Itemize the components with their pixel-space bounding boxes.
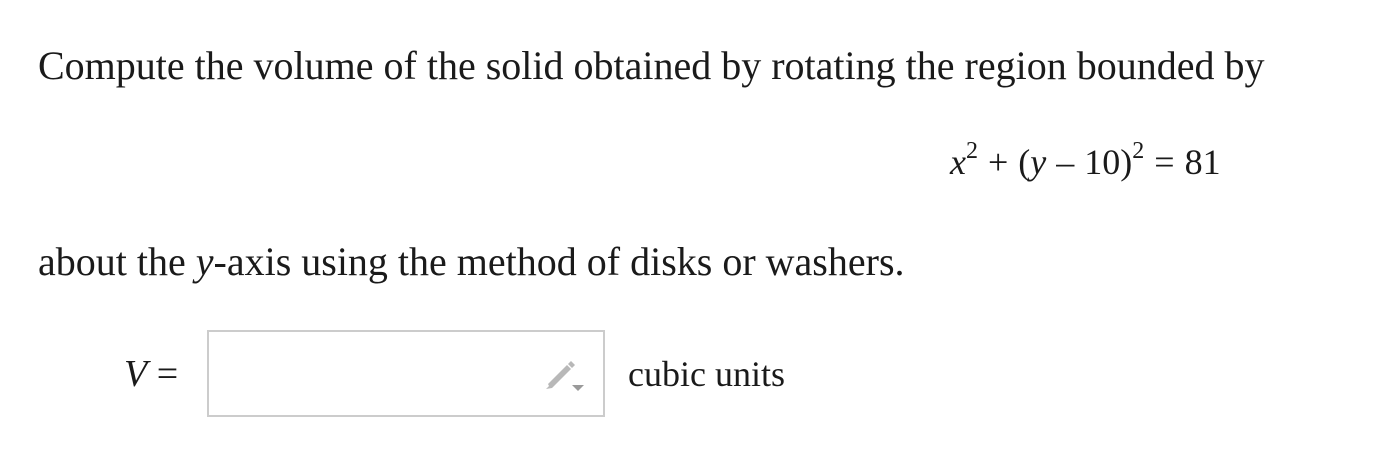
equation-paren-close: ) [1120, 142, 1133, 182]
method-instruction: about the y-axis using the method of dis… [38, 236, 905, 288]
equation-x-exponent: 2 [965, 138, 978, 164]
equation-equals: = [1154, 142, 1175, 182]
region-equation: x2 + (y –10)2 = 81 [950, 138, 1221, 186]
equation-rhs: 81 [1184, 142, 1221, 182]
volume-equals: = [156, 353, 179, 395]
equation-constant: 10 [1084, 142, 1121, 182]
units-label: cubic units [628, 354, 785, 394]
equation-x-variable: x [950, 142, 966, 182]
pencil-icon[interactable] [543, 356, 585, 392]
method-text-before: about the [38, 239, 196, 284]
equation-plus: + [987, 142, 1009, 182]
equation-y-variable: y [1030, 142, 1047, 182]
volume-variable: V [124, 353, 148, 395]
equation-minus: – [1056, 142, 1075, 182]
axis-variable: y [195, 239, 214, 284]
volume-label: V = [124, 350, 178, 398]
problem-prompt: Compute the volume of the solid obtained… [38, 43, 1265, 88]
equation-group-exponent: 2 [1132, 138, 1145, 164]
method-text-after: -axis using the method of disks or washe… [213, 239, 905, 284]
equation-paren-open: ( [1018, 142, 1031, 182]
